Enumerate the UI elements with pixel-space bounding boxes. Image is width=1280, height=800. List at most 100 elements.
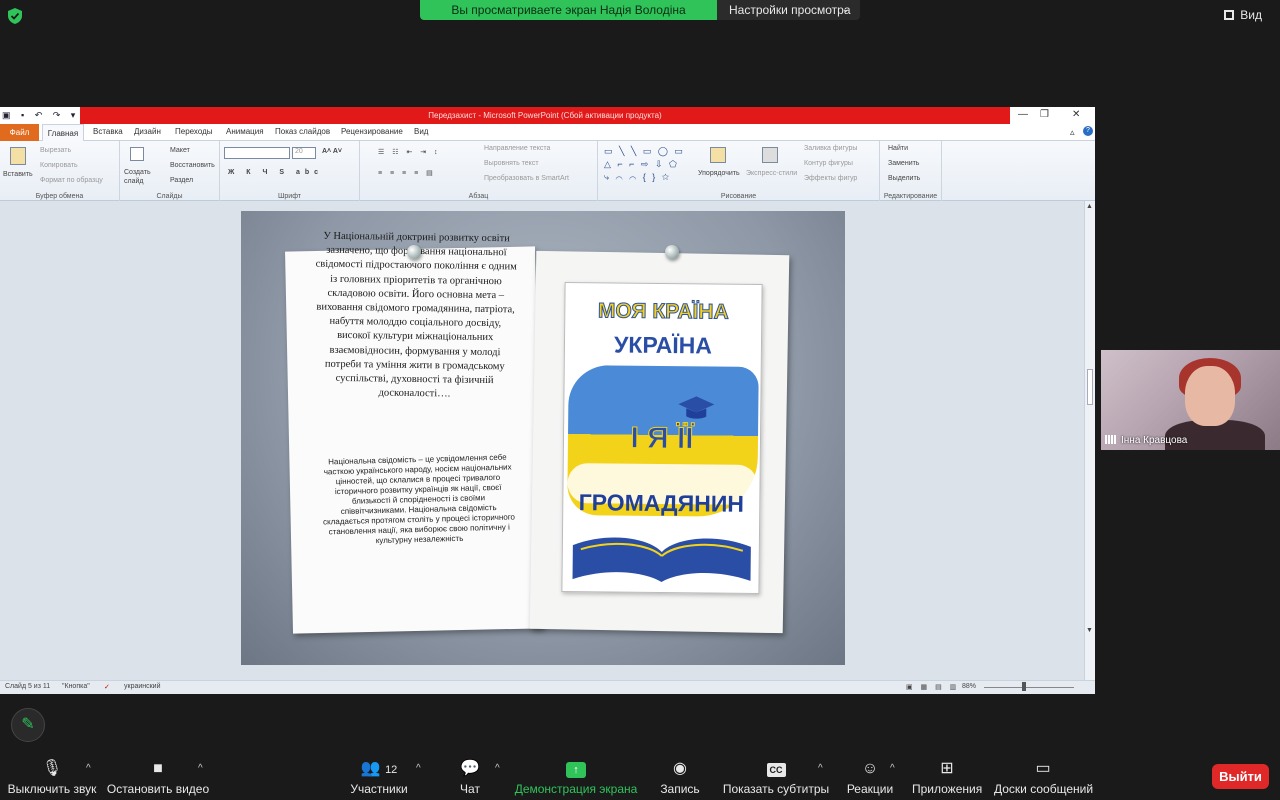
- convert-smartart-button[interactable]: Преобразовать в SmartArt: [484, 175, 569, 182]
- zoom-percent[interactable]: 88%: [962, 683, 976, 690]
- arrange-button[interactable]: Упорядочить: [698, 170, 740, 177]
- tab-animation[interactable]: Анимация: [226, 127, 264, 136]
- participant-face: [1185, 366, 1235, 426]
- share-label: Демонстрация экрана: [514, 782, 638, 796]
- font-size-field[interactable]: 20: [292, 147, 316, 159]
- tab-file[interactable]: Файл: [0, 124, 39, 141]
- whiteboards-button[interactable]: ▭ Доски сообщений: [994, 753, 1093, 800]
- zoom-slider[interactable]: [984, 687, 1074, 688]
- apps-icon: ⊞: [940, 760, 954, 777]
- close-icon[interactable]: ✕: [1072, 109, 1080, 120]
- audio-options-caret[interactable]: ^: [86, 763, 91, 774]
- minimize-icon[interactable]: —: [1018, 109, 1028, 120]
- shapes-gallery[interactable]: ▭ ╲ ╲ ▭ ◯ ▭ △ ⌐ ⌐ ⇨ ⇩ ⬠ ⤷ ⌒ ⌒ { } ☆: [604, 145, 685, 184]
- participants-icon: 👥 12: [360, 760, 398, 777]
- tab-review[interactable]: Рецензирование: [341, 127, 403, 136]
- select-button[interactable]: Выделить: [888, 175, 920, 182]
- mute-label: Выключить звук: [7, 782, 97, 796]
- group-editing: Найти Заменить Выделить Редактирование: [880, 141, 942, 201]
- language-indicator[interactable]: украинский: [124, 683, 161, 690]
- shape-outline-button[interactable]: Контур фигуры: [804, 160, 853, 167]
- zoom-slider-thumb[interactable]: [1022, 682, 1026, 691]
- cut-button[interactable]: Вырезать: [40, 147, 71, 154]
- text-direction-button[interactable]: Направление текста: [484, 145, 550, 152]
- poster-line-3: І Я ЇЇ: [630, 421, 694, 456]
- ribbon-tabs: Файл Главная Вставка Дизайн Переходы Ани…: [0, 124, 1095, 142]
- participant-video[interactable]: Інна Кравцова: [1101, 350, 1280, 450]
- reset-button[interactable]: Восстановить: [170, 162, 215, 169]
- group-paragraph: ☰ ☷ ⇤ ⇥ ↕ ≡ ≡ ≡ ≡ ▤ Направление текста В…: [360, 141, 598, 201]
- reactions-button[interactable]: ☺ Реакции: [846, 753, 894, 800]
- restore-icon[interactable]: ❐: [1040, 109, 1049, 120]
- reactions-options-caret[interactable]: ^: [890, 763, 895, 774]
- stop-video-button[interactable]: ■ Остановить видео: [106, 753, 210, 800]
- find-button[interactable]: Найти: [888, 145, 908, 152]
- participants-options-caret[interactable]: ^: [416, 763, 421, 774]
- slide-paragraph-2[interactable]: Національна свідомість – це усвідомлення…: [320, 452, 517, 547]
- tab-home[interactable]: Главная: [42, 124, 84, 142]
- captions-button[interactable]: CC Показать субтитры: [722, 753, 830, 800]
- group-label-editing: Редактирование: [883, 193, 938, 200]
- captions-options-caret[interactable]: ^: [818, 763, 823, 774]
- replace-button[interactable]: Заменить: [888, 160, 919, 167]
- align-icons[interactable]: ≡ ≡ ≡ ≡ ▤: [378, 169, 436, 177]
- record-button[interactable]: ◉ Запись: [656, 753, 704, 800]
- help-icon[interactable]: ?: [1083, 126, 1093, 136]
- shared-screen-powerpoint: ▣ ▪ ↶ ↷ ▾ Передзахист - Microsoft PowerP…: [0, 107, 1095, 694]
- apps-button[interactable]: ⊞ Приложения: [912, 753, 982, 800]
- tab-slideshow[interactable]: Показ слайдов: [275, 127, 330, 136]
- new-slide-button[interactable]: Создать слайд: [124, 168, 156, 186]
- mute-button[interactable]: 🎙 Выключить звук: [6, 753, 98, 800]
- annotate-pencil-button[interactable]: ✎: [11, 708, 45, 742]
- paste-button[interactable]: Вставить: [3, 171, 33, 178]
- tab-transitions[interactable]: Переходы: [175, 127, 213, 136]
- chat-button[interactable]: 💬 Чат: [450, 753, 490, 800]
- tab-view[interactable]: Вид: [414, 127, 428, 136]
- scroll-up-icon[interactable]: ▲: [1086, 203, 1093, 210]
- font-format-icons[interactable]: Ж К Ч S abc: [228, 169, 323, 176]
- grow-font-icon[interactable]: A˄ A˅: [322, 148, 342, 155]
- collapse-ribbon-icon[interactable]: ▵: [1070, 127, 1075, 138]
- group-label-clipboard: Буфер обмена: [35, 193, 84, 200]
- group-drawing: ▭ ╲ ╲ ▭ ◯ ▭ △ ⌐ ⌐ ⇨ ⇩ ⬠ ⤷ ⌒ ⌒ { } ☆ Упоряд…: [598, 141, 880, 201]
- section-button[interactable]: Раздел: [170, 177, 193, 184]
- closed-captions-icon: CC: [722, 758, 830, 780]
- video-options-caret[interactable]: ^: [198, 763, 203, 774]
- group-label-slides: Слайды: [156, 193, 183, 200]
- leave-meeting-button[interactable]: Выйти: [1212, 764, 1269, 789]
- quick-access-toolbar[interactable]: ▣ ▪ ↶ ↷ ▾: [2, 110, 79, 121]
- slide-canvas[interactable]: У Національній доктрині розвитку освіти …: [241, 211, 845, 665]
- quick-styles-button[interactable]: Экспресс-стили: [746, 170, 797, 177]
- layout-button[interactable]: Макет: [170, 147, 190, 154]
- format-painter-button[interactable]: Формат по образцу: [40, 177, 103, 184]
- security-shield-icon[interactable]: [8, 8, 22, 24]
- patriotic-poster-image[interactable]: МОЯ КРАЇНА УКРАЇНА І Я ЇЇ ГРОМАДЯНИН: [561, 281, 763, 595]
- pushpin-left-icon: [407, 245, 421, 259]
- pushpin-right-icon: [665, 245, 679, 259]
- shape-fill-button[interactable]: Заливка фигуры: [804, 145, 857, 152]
- tab-design[interactable]: Дизайн: [134, 127, 161, 136]
- reactions-label: Реакции: [846, 782, 894, 796]
- participants-label: Участники: [350, 782, 408, 796]
- align-text-button[interactable]: Выровнять текст: [484, 160, 539, 167]
- video-camera-icon: ■: [153, 760, 163, 777]
- scroll-thumb[interactable]: [1087, 369, 1093, 405]
- shape-effects-button[interactable]: Эффекты фигур: [804, 175, 857, 182]
- view-button[interactable]: Вид: [1224, 8, 1262, 22]
- vertical-scrollbar[interactable]: ▲ ▼: [1084, 201, 1095, 680]
- quick-styles-icon: [762, 147, 778, 163]
- group-clipboard: Вставить Вырезать Копировать Формат по о…: [0, 141, 120, 201]
- list-icons[interactable]: ☰ ☷ ⇤ ⇥ ↕: [378, 148, 441, 156]
- participants-button[interactable]: 👥 12 Участники: [348, 753, 410, 800]
- spellcheck-icon[interactable]: ✓: [104, 683, 110, 691]
- view-mode-icons[interactable]: ▣ ▦ ▤ ▥: [906, 683, 959, 691]
- share-screen-button[interactable]: ↑ Демонстрация экрана: [514, 753, 638, 800]
- open-book-icon: [572, 537, 751, 583]
- group-label-font: Шрифт: [277, 193, 302, 200]
- copy-button[interactable]: Копировать: [40, 162, 78, 169]
- tab-insert[interactable]: Вставка: [93, 127, 123, 136]
- view-options-dropdown[interactable]: Настройки просмотра ⌄: [717, 0, 860, 20]
- scroll-down-icon[interactable]: ▼: [1086, 627, 1093, 634]
- font-name-field[interactable]: [224, 147, 290, 159]
- chat-options-caret[interactable]: ^: [495, 763, 500, 774]
